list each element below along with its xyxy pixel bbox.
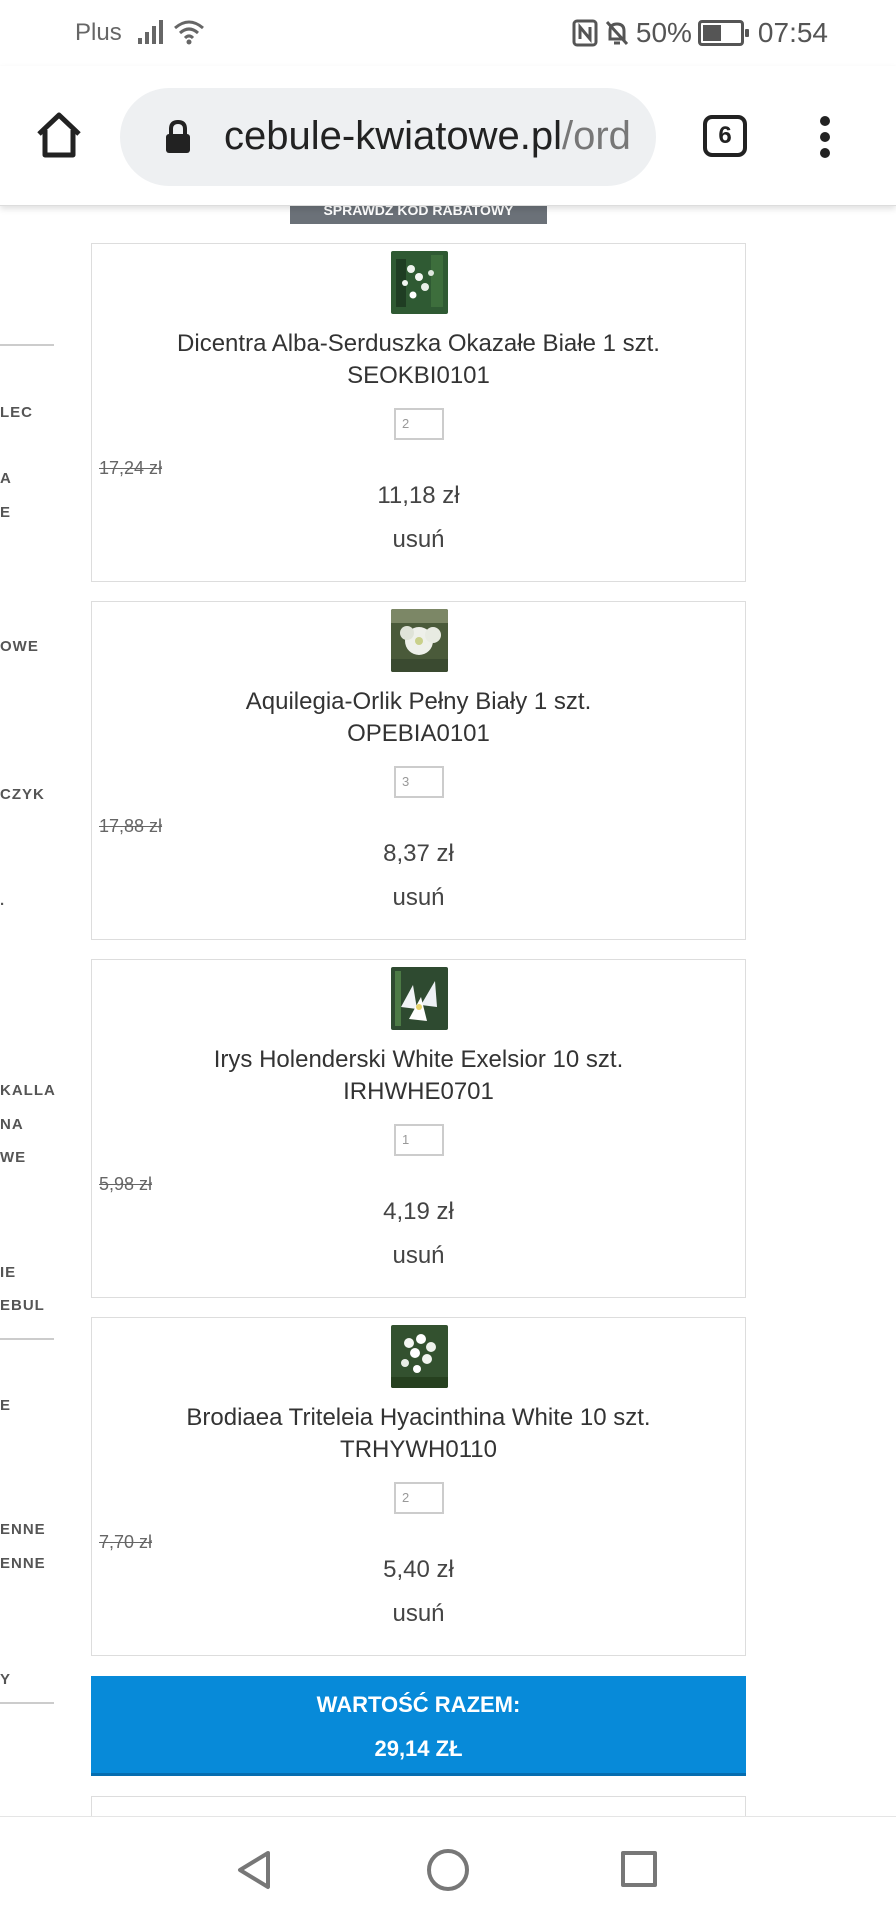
cart-item: Irys Holenderski White Exelsior 10 szt. … <box>91 959 746 1298</box>
product-code: SEOKBI0101 <box>347 362 490 389</box>
product-thumbnail[interactable] <box>391 1325 448 1388</box>
sidebar-item[interactable]: . <box>0 892 5 909</box>
total-value: 29,14 ZŁ <box>374 1736 463 1761</box>
status-bar: Plus 50% 07:54 <box>0 0 896 66</box>
remove-link[interactable]: usuń <box>92 526 745 554</box>
product-thumbnail[interactable] <box>391 251 448 314</box>
sidebar-divider <box>0 1338 54 1340</box>
clock: 07:54 <box>757 17 828 48</box>
product-thumbnail[interactable] <box>391 967 448 1030</box>
quantity-input[interactable]: 2 <box>394 408 444 440</box>
recent-apps-icon[interactable] <box>621 1851 657 1887</box>
quantity-input[interactable]: 1 <box>394 1124 444 1156</box>
sidebar-item[interactable]: IE <box>0 1264 16 1281</box>
sidebar-divider <box>0 1702 54 1704</box>
item-price: 8,37 zł <box>383 840 454 867</box>
battery-percent: 50% <box>635 17 692 48</box>
product-code: IRHWHE0701 <box>343 1078 494 1105</box>
product-name[interactable]: Dicentra Alba-Serduszka Okazałe Białe 1 … <box>92 330 745 358</box>
remove-link[interactable]: usuń <box>92 1600 745 1628</box>
sidebar-item[interactable]: CZYK <box>0 786 45 803</box>
more-menu-icon[interactable] <box>818 116 832 160</box>
product-name[interactable]: Aquilegia-Orlik Pełny Biały 1 szt. <box>92 688 745 716</box>
url-host: cebule-kwiatowe.pl <box>224 114 562 158</box>
status-right: 50% 07:54 <box>572 17 828 49</box>
home-circle-icon[interactable] <box>427 1849 469 1891</box>
old-price: 17,24 zł <box>99 458 163 478</box>
sidebar-item[interactable]: Y <box>0 1671 11 1688</box>
item-price: 5,40 zł <box>383 1556 454 1583</box>
cart-item: Brodiaea Triteleia Hyacinthina White 10 … <box>91 1317 746 1656</box>
sidebar-item[interactable]: LEC <box>0 404 33 421</box>
old-price: 5,98 zł <box>99 1174 153 1194</box>
remove-link[interactable]: usuń <box>92 1242 745 1270</box>
home-icon[interactable] <box>34 110 84 160</box>
tabs-icon[interactable]: 6 <box>703 115 747 157</box>
tab-count: 6 <box>718 122 732 149</box>
sidebar-divider <box>0 344 54 346</box>
next-section <box>91 1796 746 1816</box>
old-price: 7,70 zł <box>99 1532 153 1552</box>
signal-icon <box>138 20 163 44</box>
nfc-icon <box>572 19 598 47</box>
back-icon[interactable] <box>234 1849 274 1891</box>
sidebar-item[interactable]: NA <box>0 1116 24 1133</box>
item-price: 4,19 zł <box>383 1198 454 1225</box>
sidebar-item[interactable]: KALLA <box>0 1082 56 1099</box>
product-name[interactable]: Brodiaea Triteleia Hyacinthina White 10 … <box>92 1404 745 1432</box>
old-price: 17,88 zł <box>99 816 163 836</box>
battery-icon <box>697 20 749 46</box>
cart-page: SPRAWDŹ KOD RABATOWY LEC A E OWE CZYK . … <box>0 206 896 1816</box>
sidebar-item[interactable]: ENNE <box>0 1521 46 1538</box>
sidebar-item[interactable]: E <box>0 1397 11 1414</box>
address-bar[interactable]: cebule-kwiatowe.pl/ord <box>120 88 656 186</box>
wifi-icon <box>174 20 204 45</box>
url-path: /ord <box>561 114 631 158</box>
quantity-input[interactable]: 3 <box>394 766 444 798</box>
cart-item: Aquilegia-Orlik Pełny Biały 1 szt. OPEBI… <box>91 601 746 940</box>
sidebar-item[interactable]: ENNE <box>0 1555 46 1572</box>
sidebar-item[interactable]: OWE <box>0 638 39 655</box>
browser-toolbar: cebule-kwiatowe.pl/ord 6 <box>0 66 896 206</box>
url-text: cebule-kwiatowe.pl/ord <box>224 114 631 159</box>
sidebar-item[interactable]: E <box>0 504 11 521</box>
product-thumbnail[interactable] <box>391 609 448 672</box>
carrier-label: Plus <box>75 19 122 46</box>
product-code: OPEBIA0101 <box>347 720 490 747</box>
remove-link[interactable]: usuń <box>92 884 745 912</box>
check-discount-button[interactable]: SPRAWDŹ KOD RABATOWY <box>290 206 547 224</box>
item-price: 11,18 zł <box>377 482 460 509</box>
bell-muted-icon <box>605 20 628 46</box>
cart-total: WARTOŚĆ RAZEM: 29,14 ZŁ <box>91 1676 746 1776</box>
total-label: WARTOŚĆ RAZEM: <box>316 1692 521 1717</box>
android-nav-bar <box>0 1816 896 1920</box>
sidebar-item[interactable]: A <box>0 470 12 487</box>
product-code: TRHYWH0110 <box>340 1436 497 1463</box>
product-name[interactable]: Irys Holenderski White Exelsior 10 szt. <box>92 1046 745 1074</box>
quantity-input[interactable]: 2 <box>394 1482 444 1514</box>
lock-icon <box>166 119 190 153</box>
cart-item: Dicentra Alba-Serduszka Okazałe Białe 1 … <box>91 243 746 582</box>
sidebar-item[interactable]: WE <box>0 1149 26 1166</box>
sidebar-item[interactable]: EBUL <box>0 1297 45 1314</box>
